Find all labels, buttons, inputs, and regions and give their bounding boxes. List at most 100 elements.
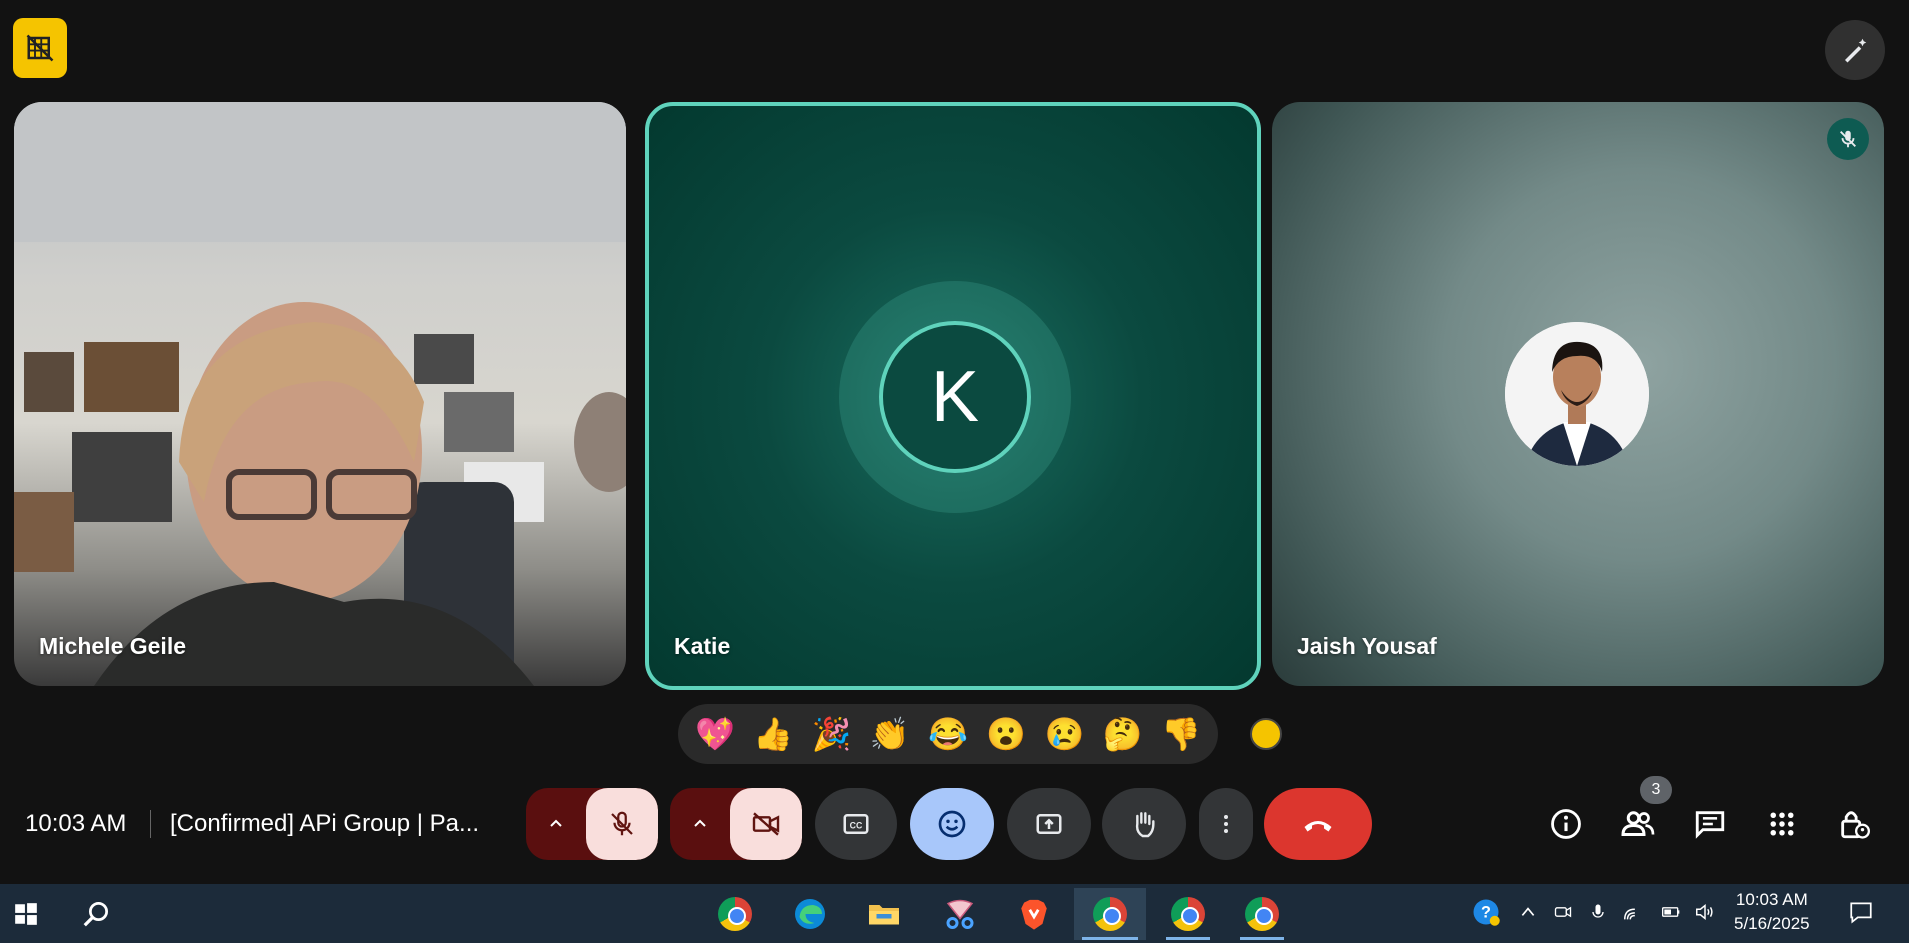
reaction-party-popper[interactable]: 🎉: [812, 718, 852, 750]
mic-control-group: [526, 788, 658, 860]
mic-off-icon: [611, 811, 633, 836]
activities-button[interactable]: [1758, 800, 1806, 848]
help-icon: ?: [1473, 899, 1500, 926]
skin-tone-picker[interactable]: [1250, 718, 1282, 750]
battery-tray-icon[interactable]: [1658, 898, 1684, 926]
chat-button[interactable]: [1686, 800, 1734, 848]
battery-icon: [1662, 907, 1680, 917]
reaction-thumbs-down[interactable]: 👎: [1161, 718, 1201, 750]
present-screen-button[interactable]: [1007, 788, 1091, 860]
participant-tile-katie[interactable]: K Katie: [645, 102, 1261, 690]
meeting-details-button[interactable]: [1542, 800, 1590, 848]
taskbar-edge[interactable]: [784, 888, 836, 940]
windows-logo-icon: [15, 903, 37, 925]
audio-options-button[interactable]: [526, 788, 586, 860]
taskbar-chrome-profile4[interactable]: [1232, 888, 1292, 940]
network-tray-icon[interactable]: [1620, 898, 1646, 926]
reaction-thumbs-up[interactable]: 👍: [753, 718, 793, 750]
mic-toggle-button[interactable]: [586, 788, 658, 860]
reaction-clapping[interactable]: 👏: [870, 718, 910, 750]
chrome-icon: [1171, 897, 1205, 931]
notifications-button[interactable]: [1845, 898, 1877, 926]
captions-button[interactable]: CC: [815, 788, 897, 860]
info-icon: [1551, 809, 1581, 839]
people-icon: [1621, 811, 1655, 836]
reaction-surprised[interactable]: 😮: [986, 718, 1026, 750]
camera-toggle-button[interactable]: [730, 788, 802, 860]
taskbar-date: 5/16/2025: [1734, 914, 1810, 933]
taskbar-snipping-tool[interactable]: [934, 888, 986, 940]
visual-effects-button[interactable]: [1825, 20, 1885, 80]
microphone-icon: [1592, 904, 1604, 918]
lock-person-icon: [1841, 811, 1871, 839]
raise-hand-button[interactable]: [1102, 788, 1186, 860]
reactions-button[interactable]: [910, 788, 994, 860]
host-controls-button[interactable]: [1830, 800, 1878, 848]
microphone-tray-icon[interactable]: [1585, 898, 1611, 926]
taskbar-time: 10:03 AM: [1735, 890, 1808, 909]
camera-control-group: [670, 788, 802, 860]
volume-tray-icon[interactable]: [1692, 898, 1718, 926]
emoji-smile-icon: [938, 810, 966, 838]
muted-indicator: [1827, 118, 1869, 160]
chrome-icon: [1245, 897, 1279, 931]
reaction-sparkling-heart[interactable]: 💖: [695, 718, 735, 750]
open-indicator: [1166, 937, 1210, 940]
taskbar-search-button[interactable]: [70, 888, 122, 940]
more-options-button[interactable]: [1199, 788, 1253, 860]
folder-icon: [869, 905, 899, 925]
taskbar-clock[interactable]: 10:03 AM 5/16/2025: [1734, 888, 1810, 936]
avatar-ring: K: [839, 281, 1071, 513]
participant-name: Jaish Yousaf: [1297, 633, 1437, 659]
svg-text:CC: CC: [850, 820, 863, 830]
chrome-icon: [1093, 897, 1127, 931]
avatar-initial: K: [879, 321, 1031, 473]
closed-captions-icon: CC: [843, 814, 869, 834]
chrome-icon: [718, 897, 752, 931]
meeting-clock: 10:03 AM: [25, 810, 127, 837]
reaction-crying[interactable]: 😢: [1045, 718, 1085, 750]
participant-name: Katie: [674, 633, 731, 659]
taskbar-chrome-profile1[interactable]: [709, 888, 761, 940]
more-vert-icon: [1224, 815, 1228, 833]
participant-video: [14, 102, 626, 686]
wifi-icon: [1624, 908, 1635, 920]
scissors-icon: [946, 899, 974, 929]
notification-icon: [1850, 902, 1872, 924]
taskbar-chrome-profile2[interactable]: [1074, 888, 1146, 940]
magic-pen-icon: [1845, 38, 1867, 63]
taskbar-chrome-profile3[interactable]: [1158, 888, 1218, 940]
no-film-icon: [26, 34, 54, 62]
chevron-up-icon: [550, 819, 562, 827]
speaker-icon: [1696, 904, 1713, 920]
chevron-up-icon: [1521, 907, 1535, 916]
help-tray-icon[interactable]: ?: [1470, 898, 1502, 926]
phone-hangup-icon: [1304, 821, 1332, 832]
camera-off-icon: [752, 812, 780, 836]
edge-icon: [795, 899, 825, 929]
svg-text:?: ?: [1481, 904, 1491, 922]
reaction-joy[interactable]: 😂: [928, 718, 968, 750]
apps-grid-icon: [1770, 812, 1794, 836]
reaction-thinking[interactable]: 🤔: [1103, 718, 1143, 750]
camera-tray-icon[interactable]: [1550, 898, 1576, 926]
brave-lion-icon: [1021, 899, 1047, 930]
taskbar-file-explorer[interactable]: [858, 888, 910, 940]
participant-tile-jaish[interactable]: Jaish Yousaf: [1272, 102, 1884, 686]
video-options-button[interactable]: [670, 788, 730, 860]
open-indicator: [1240, 937, 1284, 940]
start-button[interactable]: [0, 888, 52, 940]
present-upload-icon: [1036, 814, 1062, 834]
no-video-badge[interactable]: [13, 18, 67, 78]
people-button[interactable]: [1614, 800, 1662, 848]
leave-call-button[interactable]: [1264, 788, 1372, 860]
taskbar-brave[interactable]: [1008, 888, 1060, 940]
hand-icon: [1135, 812, 1155, 838]
divider: [150, 810, 151, 838]
show-hidden-icons-button[interactable]: [1515, 898, 1541, 926]
chevron-up-icon: [694, 819, 706, 827]
profile-photo: [1505, 322, 1649, 466]
participant-tile-michele[interactable]: Michele Geile: [14, 102, 626, 686]
active-indicator: [1082, 937, 1138, 940]
participant-name: Michele Geile: [39, 633, 187, 659]
